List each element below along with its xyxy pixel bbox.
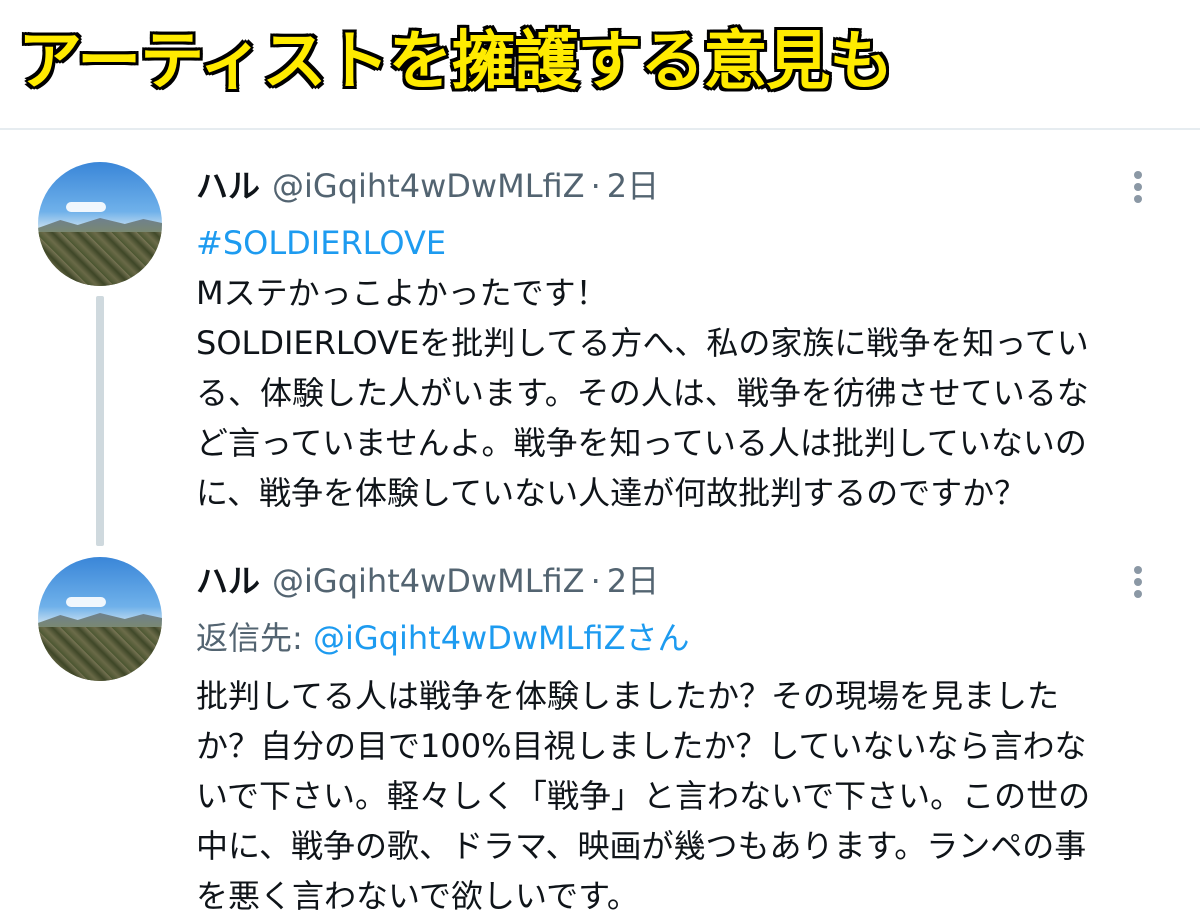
tweet-text-line: を悪く言わないで欲しいです。 (196, 877, 639, 915)
display-name[interactable]: ハル (196, 562, 260, 600)
tweet-text-line: に、戦争を体験していない人達が何故批判するのですか？ (196, 474, 1027, 512)
reply-mention-link[interactable]: @iGqiht4wDwMLfiZさん (313, 619, 690, 657)
tweet-text-line: ど言っていませんよ。戦争を知っている人は批判していないの (196, 424, 1087, 462)
avatar-cloud (66, 202, 106, 212)
tweet-text-line: か？自分の目で100%目視しましたか？していないなら言わな (196, 727, 1087, 765)
user-handle[interactable]: @iGqiht4wDwMLfiZ (272, 562, 585, 600)
avatar-rocks (38, 232, 162, 286)
reply-to-label: 返信先: @iGqiht4wDwMLfiZさん (196, 615, 690, 661)
tweet-text-line: 中に、戦争の歌、ドラマ、映画が幾つもあります。ランペの事 (196, 827, 1087, 865)
caption-banner: アーティストを擁護する意見も (0, 0, 1200, 130)
avatar-cloud (66, 597, 106, 607)
tweet-text-line: Mステかっこよかったです！ (196, 274, 608, 312)
tweet-text-line: SOLDIERLOVEを批判してる方へ、私の家族に戦争を知ってい (196, 324, 1089, 362)
tweet-timestamp[interactable]: 2日 (607, 167, 659, 205)
hashtag-link[interactable]: #SOLDIERLOVE (196, 220, 446, 266)
avatar[interactable] (38, 557, 162, 681)
more-vertical-icon[interactable] (1126, 168, 1150, 208)
tweet-text-line: る、体験した人がいます。その人は、戦争を彷彿させているな (196, 374, 1089, 412)
separator-dot: · (590, 167, 601, 205)
tweet-text: 批判してる人は戦争を体験しましたか？その現場を見ました か？自分の目で100%目… (196, 671, 1171, 921)
tweet-header: ハル @iGqiht4wDwMLfiZ · 2日 (196, 162, 659, 210)
reply-to-prefix: 返信先: (196, 619, 313, 657)
user-handle[interactable]: @iGqiht4wDwMLfiZ (272, 167, 585, 205)
display-name[interactable]: ハル (196, 167, 260, 205)
tweet-header: ハル @iGqiht4wDwMLfiZ · 2日 (196, 557, 659, 605)
separator-dot: · (590, 562, 601, 600)
avatar[interactable] (38, 162, 162, 286)
avatar-rocks (38, 627, 162, 681)
tweet-text: Mステかっこよかったです！ SOLDIERLOVEを批判してる方へ、私の家族に戦… (196, 268, 1171, 518)
tweet-text-line: いで下さい。軽々しく「戦争」と言わないで下さい。この世の (196, 777, 1091, 815)
more-vertical-icon[interactable] (1126, 563, 1150, 603)
tweet-text-line: 批判してる人は戦争を体験しましたか？その現場を見ました (196, 677, 1060, 715)
caption-title: アーティストを擁護する意見も (16, 24, 894, 101)
thread-connector-line (96, 296, 104, 546)
tweet-timestamp[interactable]: 2日 (607, 562, 659, 600)
